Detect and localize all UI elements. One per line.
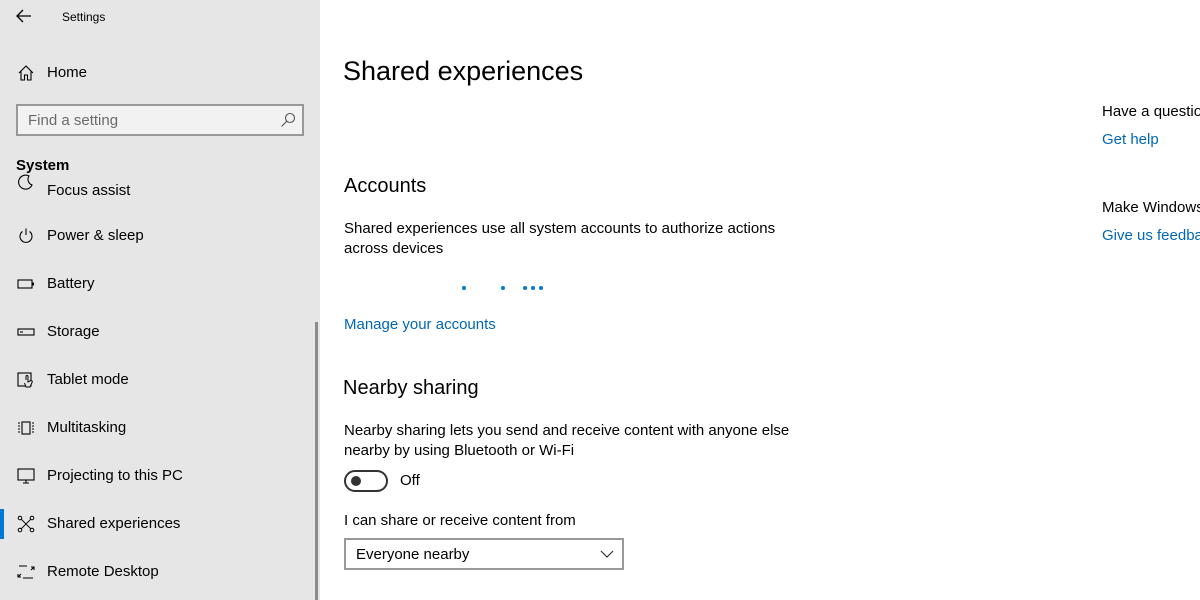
sidebar-item-label: Projecting to this PC [47, 467, 183, 484]
dropdown-value: Everyone nearby [356, 546, 470, 563]
power-icon [16, 226, 36, 246]
loading-dot [501, 286, 505, 290]
sidebar-item-label: Focus assist [47, 182, 131, 199]
sidebar-item-label: Tablet mode [47, 371, 129, 388]
search-input[interactable] [18, 106, 278, 134]
give-feedback-link[interactable]: Give us feedba [1102, 227, 1200, 244]
sidebar-item-label: Storage [47, 323, 100, 340]
title-bar: Settings [0, 0, 320, 34]
manage-accounts-link[interactable]: Manage your accounts [344, 316, 496, 333]
storage-icon [16, 322, 36, 342]
share-from-label: I can share or receive content from [344, 512, 576, 529]
shared-experiences-icon [16, 514, 36, 534]
loading-dot [462, 286, 466, 290]
back-arrow-icon [16, 9, 31, 23]
accounts-heading: Accounts [344, 175, 427, 197]
question-text: Have a questio [1102, 103, 1200, 120]
nearby-sharing-heading: Nearby sharing [343, 377, 479, 399]
loading-dots [460, 286, 560, 294]
sidebar-item-label: Power & sleep [47, 227, 144, 244]
sidebar-scrollbar[interactable] [315, 322, 318, 600]
nearby-sharing-description: Nearby sharing lets you send and receive… [344, 422, 790, 459]
back-button[interactable] [8, 4, 40, 28]
get-help-link[interactable]: Get help [1102, 131, 1159, 148]
loading-dot [539, 286, 543, 290]
page-title: Shared experiences [343, 56, 584, 86]
sidebar-item-focus-assist[interactable]: Focus assist [0, 168, 316, 208]
accounts-description: Shared experiences use all system accoun… [344, 220, 776, 257]
sidebar-item-label: Battery [47, 275, 95, 292]
sidebar-item-shared-experiences[interactable]: Shared experiences [0, 504, 316, 544]
app-title: Settings [62, 10, 106, 24]
sidebar: Settings Home System [0, 0, 320, 600]
chevron-down-icon [600, 550, 614, 558]
search-icon[interactable] [280, 112, 296, 128]
sidebar-item-tablet-mode[interactable]: Tablet mode [0, 360, 316, 400]
share-from-dropdown[interactable]: Everyone nearby [344, 538, 624, 570]
sidebar-item-label: Remote Desktop [47, 563, 159, 580]
battery-icon [16, 274, 36, 294]
moon-icon [16, 172, 36, 192]
sidebar-item-label: Multitasking [47, 419, 127, 436]
projecting-icon [16, 466, 36, 486]
remote-desktop-icon [16, 562, 36, 582]
sidebar-item-battery[interactable]: Battery [0, 264, 316, 304]
sidebar-nav-list: Focus assist Power & sleep Battery Stora… [0, 164, 316, 600]
sidebar-item-label: Home [47, 64, 88, 81]
home-icon [16, 63, 36, 83]
multitasking-icon [16, 418, 36, 438]
toggle-state-label: Off [400, 472, 420, 489]
feedback-text: Make Windows [1102, 199, 1200, 216]
sidebar-item-storage[interactable]: Storage [0, 312, 316, 352]
sidebar-item-projecting[interactable]: Projecting to this PC [0, 456, 316, 496]
sidebar-item-multitasking[interactable]: Multitasking [0, 408, 316, 448]
loading-dot [523, 286, 527, 290]
sidebar-item-power-sleep[interactable]: Power & sleep [0, 216, 316, 256]
loading-dot [531, 286, 535, 290]
settings-window: Settings Home System [0, 0, 1200, 600]
sidebar-item-label: Shared experiences [47, 515, 181, 532]
nearby-sharing-toggle[interactable] [344, 470, 388, 492]
main-content: Shared experiences Accounts Shared exper… [320, 0, 1200, 600]
sidebar-item-remote-desktop[interactable]: Remote Desktop [0, 552, 316, 592]
sidebar-item-home[interactable]: Home [0, 56, 320, 90]
selection-indicator [0, 509, 4, 539]
tablet-mode-icon [16, 370, 36, 390]
toggle-knob [351, 476, 361, 486]
search-box [16, 104, 304, 136]
